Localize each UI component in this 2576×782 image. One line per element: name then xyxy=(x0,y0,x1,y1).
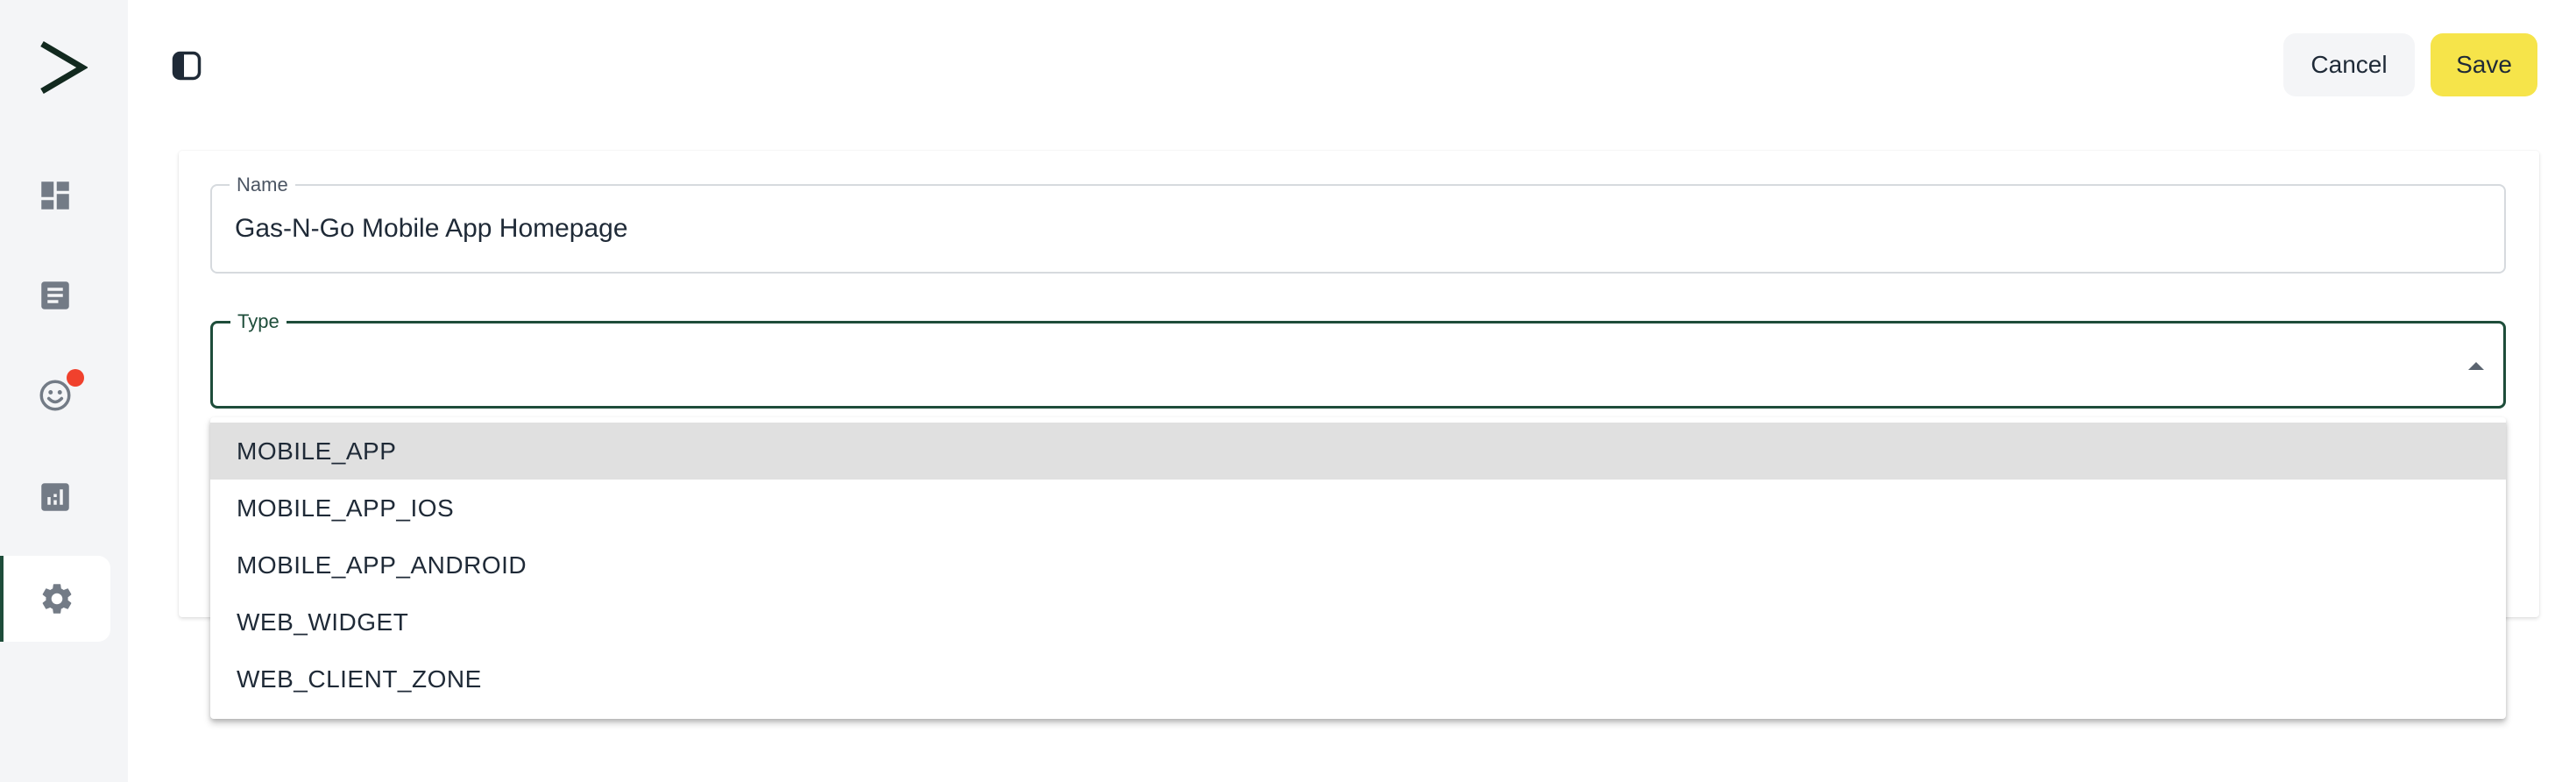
type-dropdown-menu: MOBILE_APP MOBILE_APP_IOS MOBILE_APP_AND… xyxy=(210,417,2506,719)
dashboard-icon xyxy=(41,181,69,210)
toggle-sidebar-button[interactable] xyxy=(172,51,202,81)
logo-play-icon[interactable] xyxy=(37,39,88,96)
sidebar-item-dashboard[interactable] xyxy=(0,153,110,238)
dropdown-option-web-widget[interactable]: WEB_WIDGET xyxy=(210,594,2506,650)
name-field-label: Name xyxy=(230,174,295,196)
type-field-label: Type xyxy=(230,310,287,333)
save-button[interactable]: Save xyxy=(2431,33,2537,96)
dropdown-option-mobile-app-ios[interactable]: MOBILE_APP_IOS xyxy=(210,480,2506,537)
sidebar-item-feedback[interactable] xyxy=(0,352,110,438)
notification-badge xyxy=(67,369,84,387)
sidebar-item-settings[interactable] xyxy=(0,556,110,642)
sidebar-item-reports[interactable] xyxy=(0,454,110,540)
caret-up-icon[interactable] xyxy=(2468,362,2484,370)
dropdown-option-mobile-app[interactable]: MOBILE_APP xyxy=(210,423,2506,480)
sidebar-item-articles[interactable] xyxy=(0,252,110,338)
cancel-button[interactable]: Cancel xyxy=(2283,33,2415,96)
dropdown-option-web-client-zone[interactable]: WEB_CLIENT_ZONE xyxy=(210,650,2506,707)
sidebar-toggle-icon xyxy=(172,51,202,81)
dropdown-option-mobile-app-android[interactable]: MOBILE_APP_ANDROID xyxy=(210,537,2506,594)
name-field[interactable]: Name Gas-N-Go Mobile App Homepage xyxy=(210,174,2506,274)
sidebar xyxy=(0,0,128,782)
analytics-icon xyxy=(41,483,69,511)
type-select[interactable]: Type xyxy=(210,310,2506,409)
name-field-value[interactable]: Gas-N-Go Mobile App Homepage xyxy=(235,214,628,244)
gear-icon xyxy=(42,584,72,614)
article-icon xyxy=(41,281,69,309)
